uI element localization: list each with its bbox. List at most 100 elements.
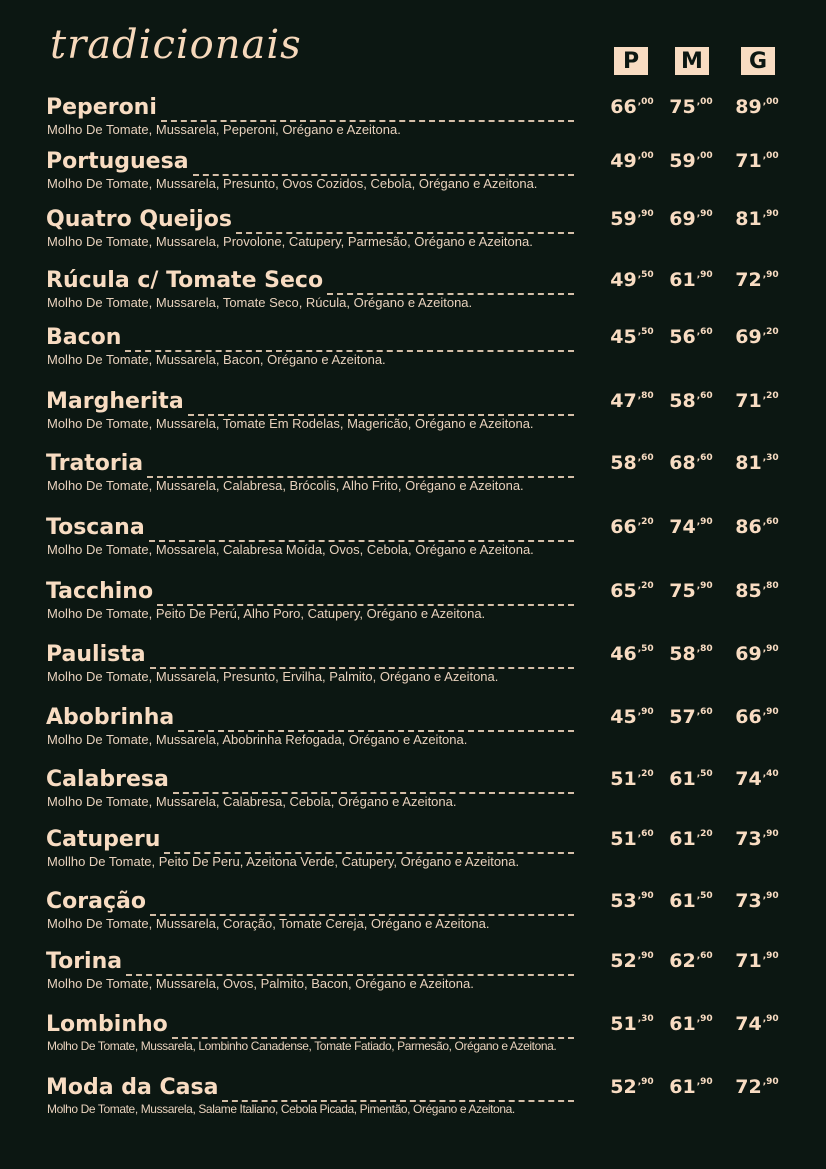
- item-name: Coração: [46, 889, 146, 914]
- item-description: Molho De Tomate, Mussarela, Coração, Tom…: [47, 916, 490, 931]
- price-m: 59,00: [669, 150, 713, 172]
- dotted-leader: [126, 964, 574, 976]
- item-name: Tacchino: [46, 579, 154, 604]
- dotted-leader: [327, 283, 574, 295]
- menu-item: Abobrinha Molho De Tomate, Mussarela, Abo…: [0, 704, 826, 762]
- item-name: Paulista: [46, 642, 146, 667]
- dotted-leader: [157, 594, 574, 606]
- item-name: Torina: [46, 949, 123, 974]
- price-p: 58,60: [610, 452, 654, 474]
- menu-item: Paulista Molho De Tomate, Mussarela, Pres…: [0, 641, 826, 699]
- item-description: Mollho De Tomate, Peito De Peru, Azeiton…: [47, 854, 520, 869]
- menu-section-title: tradicionais: [50, 22, 302, 68]
- price-g: 74,90: [735, 1013, 779, 1035]
- price-m: 62,60: [669, 950, 713, 972]
- item-description: Molho De Tomate, Mussarela, Lombinho Can…: [47, 1039, 557, 1053]
- menu-item: Margherita Molho De Tomate, Mussarela, To…: [0, 388, 826, 446]
- menu-item: Catuperu Mollho De Tomate, Peito De Peru,…: [0, 826, 826, 884]
- price-p: 46,50: [610, 643, 654, 665]
- item-name: Calabresa: [46, 767, 169, 792]
- price-g: 66,90: [735, 706, 779, 728]
- item-description: Molho De Tomate, Mussarela, Peperoni, Or…: [47, 122, 401, 137]
- price-p: 45,50: [610, 326, 654, 348]
- price-p: 65,20: [610, 580, 654, 602]
- price-m: 58,60: [669, 390, 713, 412]
- price-m: 57,60: [669, 706, 713, 728]
- price-g: 86,60: [735, 516, 779, 538]
- item-name: Margherita: [46, 389, 184, 414]
- item-description: Molho De Tomate, Mussarela, Provolone, C…: [47, 234, 533, 249]
- item-name: Portuguesa: [46, 149, 189, 174]
- dotted-leader: [148, 530, 574, 542]
- price-p: 59,90: [610, 208, 654, 230]
- item-name: Quatro Queijos: [46, 207, 232, 232]
- menu-item: Moda da Casa Molho De Tomate, Mussarela, …: [0, 1074, 826, 1132]
- menu-item: Peperoni Molho De Tomate, Mussarela, Pepe…: [0, 94, 826, 152]
- item-name: Catuperu: [46, 827, 161, 852]
- item-description: Molho De Tomate, Mussarela, Tomate Seco,…: [47, 295, 473, 310]
- price-g: 85,80: [735, 580, 779, 602]
- menu-item: Tacchino Molho De Tomate, Peito De Perú, …: [0, 578, 826, 636]
- price-g: 71,20: [735, 390, 779, 412]
- price-g: 72,90: [735, 1076, 779, 1098]
- price-p: 51,60: [610, 828, 654, 850]
- item-name: Moda da Casa: [46, 1075, 219, 1100]
- dotted-leader: [147, 466, 574, 478]
- item-description: Molho De Tomate, Mussarela, Ovos, Palmit…: [47, 976, 474, 991]
- menu-item: Lombinho Molho De Tomate, Mussarela, Lomb…: [0, 1011, 826, 1069]
- price-g: 71,90: [735, 950, 779, 972]
- price-p: 51,30: [610, 1013, 654, 1035]
- price-g: 71,00: [735, 150, 779, 172]
- price-p: 45,90: [610, 706, 654, 728]
- price-m: 74,90: [669, 516, 713, 538]
- dotted-leader: [149, 904, 574, 916]
- price-m: 69,90: [669, 208, 713, 230]
- dotted-leader: [160, 110, 574, 122]
- item-name: Toscana: [46, 515, 145, 540]
- item-name: Peperoni: [46, 95, 157, 120]
- price-p: 53,90: [610, 890, 654, 912]
- menu-item: Portuguesa Molho De Tomate, Mussarela, Pr…: [0, 148, 826, 206]
- dotted-leader: [235, 222, 574, 234]
- menu-item: Rúcula c/ Tomate Seco Molho De Tomate, Mu…: [0, 267, 826, 325]
- item-description: Molho De Tomate, Mossarela, Calabresa Mo…: [47, 542, 534, 557]
- item-description: Molho De Tomate, Peito De Perú, Alho Por…: [47, 606, 486, 621]
- item-name: Bacon: [46, 325, 122, 350]
- item-name: Lombinho: [46, 1012, 168, 1037]
- price-m: 61,90: [669, 1013, 713, 1035]
- price-m: 61,20: [669, 828, 713, 850]
- item-description: Molho De Tomate, Mussarela, Presunto, Ov…: [47, 176, 538, 191]
- price-p: 47,80: [610, 390, 654, 412]
- price-g: 73,90: [735, 890, 779, 912]
- price-m: 56,60: [669, 326, 713, 348]
- item-name: Rúcula c/ Tomate Seco: [46, 268, 324, 293]
- menu-item: Tratoria Molho De Tomate, Mussarela, Cala…: [0, 450, 826, 508]
- dotted-leader: [187, 404, 574, 416]
- dotted-leader: [222, 1090, 574, 1102]
- item-description: Molho De Tomate, Mussarela, Calabresa, C…: [47, 794, 457, 809]
- price-m: 58,80: [669, 643, 713, 665]
- price-g: 81,90: [735, 208, 779, 230]
- item-description: Molho De Tomate, Mussarela, Abobrinha Re…: [47, 732, 468, 747]
- price-g: 69,90: [735, 643, 779, 665]
- dotted-leader: [125, 340, 574, 352]
- menu-item: Bacon Molho De Tomate, Mussarela, Bacon, …: [0, 324, 826, 382]
- menu-item: Quatro Queijos Molho De Tomate, Mussarela…: [0, 206, 826, 264]
- price-g: 81,30: [735, 452, 779, 474]
- price-g: 72,90: [735, 269, 779, 291]
- dotted-leader: [171, 1027, 574, 1039]
- price-p: 49,00: [610, 150, 654, 172]
- price-p: 66,00: [610, 96, 654, 118]
- item-name: Abobrinha: [46, 705, 175, 730]
- price-p: 52,90: [610, 1076, 654, 1098]
- size-g-badge: G: [741, 47, 775, 75]
- menu-item: Coração Molho De Tomate, Mussarela, Coraç…: [0, 888, 826, 946]
- item-description: Molho De Tomate, Mussarela, Salame Itali…: [47, 1102, 515, 1116]
- price-p: 51,20: [610, 768, 654, 790]
- item-name: Tratoria: [46, 451, 144, 476]
- price-m: 61,90: [669, 269, 713, 291]
- dotted-leader: [149, 657, 574, 669]
- price-g: 69,20: [735, 326, 779, 348]
- price-p: 66,20: [610, 516, 654, 538]
- price-m: 68,60: [669, 452, 713, 474]
